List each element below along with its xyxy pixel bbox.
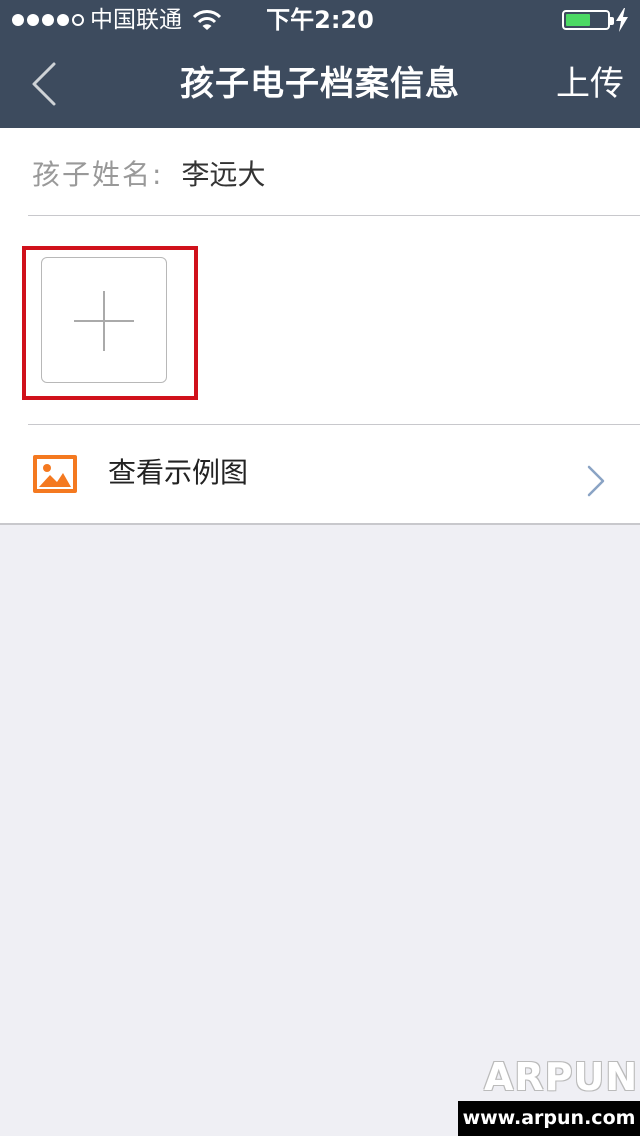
image-icon (33, 455, 77, 493)
child-name-value: 李远大 (181, 158, 266, 191)
view-example-row[interactable]: 查看示例图 (0, 425, 640, 523)
watermark-url: www.arpun.com (458, 1101, 640, 1136)
battery-icon (562, 10, 614, 30)
status-time: 下午2:20 (266, 6, 374, 34)
upload-button[interactable]: 上传 (556, 62, 624, 106)
child-name-row: 孩子姓名: 李远大 (32, 148, 265, 198)
chevron-right-icon (587, 465, 605, 497)
plus-icon-vertical (103, 291, 105, 351)
archive-form-card: 孩子姓名: 李远大 查看示例图 (0, 128, 640, 525)
screen: 中国联通 下午2:20 孩子电子档案信息 上传 孩子姓名: 李远大 查看示例图 … (0, 0, 640, 1136)
navigation-bar: 孩子电子档案信息 上传 (0, 40, 640, 128)
watermark-logo: ARPUN (484, 1055, 639, 1099)
battery-level-fill (566, 14, 590, 26)
divider (28, 215, 640, 216)
status-bar: 中国联通 下午2:20 (0, 0, 640, 40)
child-name-label: 孩子姓名: (32, 158, 164, 191)
page-title: 孩子电子档案信息 (180, 64, 460, 104)
charging-bolt-icon (616, 8, 628, 32)
view-example-label: 查看示例图 (108, 456, 249, 489)
add-photo-button[interactable] (41, 257, 167, 383)
top-bar: 中国联通 下午2:20 孩子电子档案信息 上传 (0, 0, 640, 128)
